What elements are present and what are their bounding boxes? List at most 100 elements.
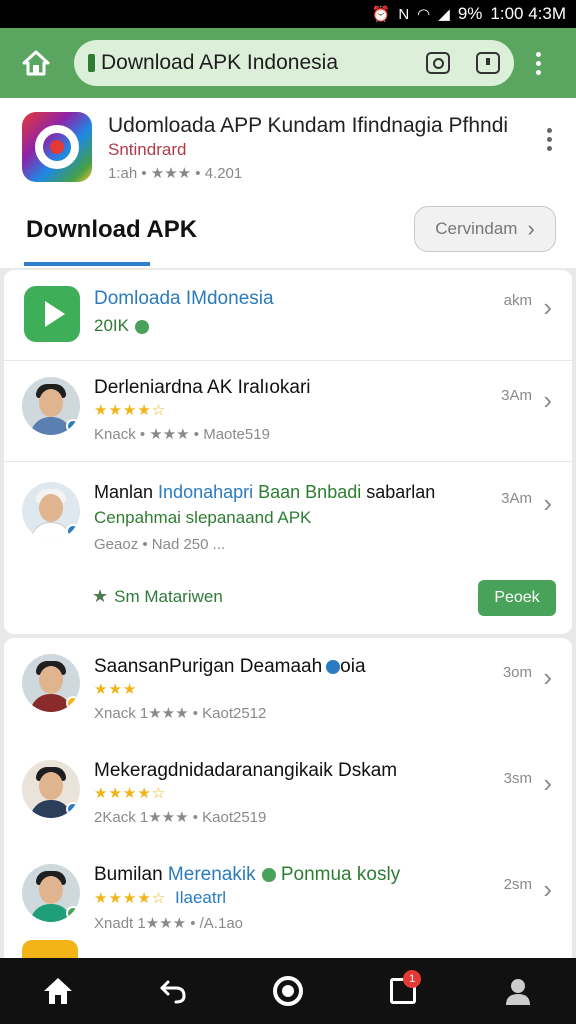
home-button[interactable] (10, 37, 62, 89)
list-item-time: 3Am (501, 387, 532, 404)
chevron-right-icon[interactable]: › (543, 292, 552, 323)
list-item-time: akm (503, 292, 532, 309)
list-item[interactable]: Derleniardna AK Iralıokari ★★★★☆ Knack •… (4, 361, 572, 461)
list-item-subtitle: 20IK (94, 316, 129, 335)
see-more-label: Sm Matariwen (114, 586, 223, 606)
list-item-title: Domloada IMdonesia (94, 288, 274, 309)
list-item[interactable]: Bumilan Merenakik Ponmua kosly ★★★★☆ Ila… (4, 850, 572, 960)
rating-stars: ★★★ (94, 681, 138, 698)
verified-badge-icon (66, 524, 80, 538)
home-circle-icon (272, 976, 303, 1006)
list-item-meta: Geaoz • Nad 250 ... (94, 536, 226, 553)
list-item[interactable]: Mekeragdnidadaranangikaik Dskam ★★★★☆ 2K… (4, 744, 572, 844)
overflow-menu-icon[interactable] (547, 128, 552, 151)
alarm-icon: ⏰ (371, 6, 391, 23)
verified-icon (326, 659, 341, 674)
verified-badge-icon (66, 802, 80, 816)
open-button[interactable]: Peoek (478, 580, 556, 616)
clock: 1:00 4:3M (490, 4, 566, 23)
list-item[interactable]: Manlan Indonahapri Baan Bnbadi sabarlan … (4, 462, 572, 572)
star-icon: ★ (92, 586, 109, 606)
tabs-icon[interactable] (476, 52, 500, 74)
lock-icon (88, 54, 95, 72)
avatar (22, 377, 80, 435)
verified-badge-icon (66, 906, 80, 920)
results-card: SaansanPurigan Deamaah oia ★★★ Xnack 1★★★… (4, 638, 572, 968)
results-card: Domloada IMdonesia 20IK akm › Derleniard… (4, 270, 572, 634)
badge-icon (66, 696, 80, 710)
wifi-icon: ◠ (417, 6, 431, 23)
list-item-title-tag: Baan Bnbadi (253, 482, 362, 502)
list-item-meta: Xnadt 1★★★ • /A.1ao (94, 915, 244, 932)
list-item-title-tag: Ponmua kosly (275, 864, 401, 885)
address-bar[interactable]: Download APK Indonesia (74, 40, 514, 86)
battery-level: 9% (457, 4, 483, 23)
url-text[interactable]: Download APK Indonesia (101, 51, 400, 75)
nav-home-circle-button[interactable] (258, 966, 318, 1016)
home-icon (22, 50, 50, 76)
chevron-right-icon[interactable]: › (543, 385, 552, 416)
chevron-right-icon[interactable]: › (543, 488, 552, 519)
app-subtitle: Sntindrard (108, 140, 187, 159)
list-item-time: 2sm (503, 876, 532, 893)
download-chip-button[interactable]: Cervindam › (414, 206, 556, 252)
verified-icon (134, 319, 149, 334)
notification-badge: 1 (403, 970, 422, 988)
status-bar: ⏰ N ◠ ◢ 9% 1:00 4:3M (0, 0, 576, 28)
nav-profile-button[interactable] (488, 966, 548, 1016)
section-title: Download APK (26, 216, 198, 243)
list-item-title: SaansanPurigan Deamaah (94, 656, 323, 677)
list-item-title-tail: sabarlan (361, 482, 436, 502)
back-arrow-icon (160, 980, 186, 1004)
rating-stars: ★★★★☆ (94, 402, 167, 419)
list-item-title: Derleniardna AK Iralıokari (94, 377, 311, 398)
app-header: Udomloada APP Kundam Ifindnagia Pfhndi S… (0, 98, 576, 268)
nav-recents-button[interactable]: 1 (373, 966, 433, 1016)
list-item-title: Bumilan (94, 864, 168, 885)
play-store-icon (24, 286, 80, 342)
verified-badge-icon (66, 419, 80, 433)
list-item-time: 3sm (503, 770, 532, 787)
list-item-title: Manlan (94, 482, 159, 502)
nav-home-button[interactable] (28, 966, 88, 1016)
nav-back-button[interactable] (143, 966, 203, 1016)
app-logo-icon (22, 112, 92, 182)
rating-stars: ★★★★☆ (94, 890, 167, 907)
list-item-meta: 2Kack 1★★★ • Kaot2519 (94, 809, 267, 826)
avatar (22, 760, 80, 818)
home-icon (43, 978, 72, 1004)
list-item-subtitle: Cenpahmai slepanaand APK (94, 508, 312, 527)
profile-icon (506, 979, 531, 1005)
see-more-link[interactable]: ★ Sm Matariwen (92, 586, 223, 607)
camera-icon[interactable] (426, 52, 450, 74)
avatar (22, 864, 80, 922)
avatar (22, 482, 80, 540)
verified-icon (261, 867, 276, 882)
chevron-right-icon[interactable]: › (543, 768, 552, 799)
list-item-title: Mekeragdnidadaranangikaik Dskam (94, 760, 398, 781)
list-item-time: 3om (502, 664, 532, 681)
chip-label: Cervindam (435, 219, 518, 238)
list-item[interactable]: SaansanPurigan Deamaah oia ★★★ Xnack 1★★★… (4, 638, 572, 738)
list-item-title-link[interactable]: Merenakik (168, 864, 256, 885)
bottom-navigation: 1 (0, 958, 576, 1024)
list-item[interactable]: Domloada IMdonesia 20IK akm › (4, 270, 572, 360)
app-title: Udomloada APP Kundam Ifindnagia Pfhndi (108, 114, 509, 137)
list-item-title-link[interactable]: Indonahapri (158, 482, 253, 502)
list-item-meta: Xnack 1★★★ • Kaot2512 (94, 705, 267, 722)
browser-toolbar: Download APK Indonesia (0, 28, 576, 98)
rating-stars: ★★★★☆ (94, 785, 167, 802)
chevron-right-icon[interactable]: › (543, 662, 552, 693)
list-item-subtitle: Ilaeatrl (174, 888, 227, 907)
signal-icon: ◢ (438, 6, 450, 23)
list-item-title-tail: oia (340, 656, 366, 677)
nfc-icon: N (398, 5, 410, 23)
avatar (22, 654, 80, 712)
list-item-time: 3Am (501, 490, 532, 507)
app-icon-partial (22, 940, 78, 960)
chevron-right-icon: › (527, 216, 535, 241)
chevron-right-icon[interactable]: › (543, 874, 552, 905)
app-meta: 1:ah • ★★★ • 4.201 (108, 165, 243, 182)
section-underline (24, 262, 150, 266)
more-menu-icon[interactable] (528, 51, 548, 75)
